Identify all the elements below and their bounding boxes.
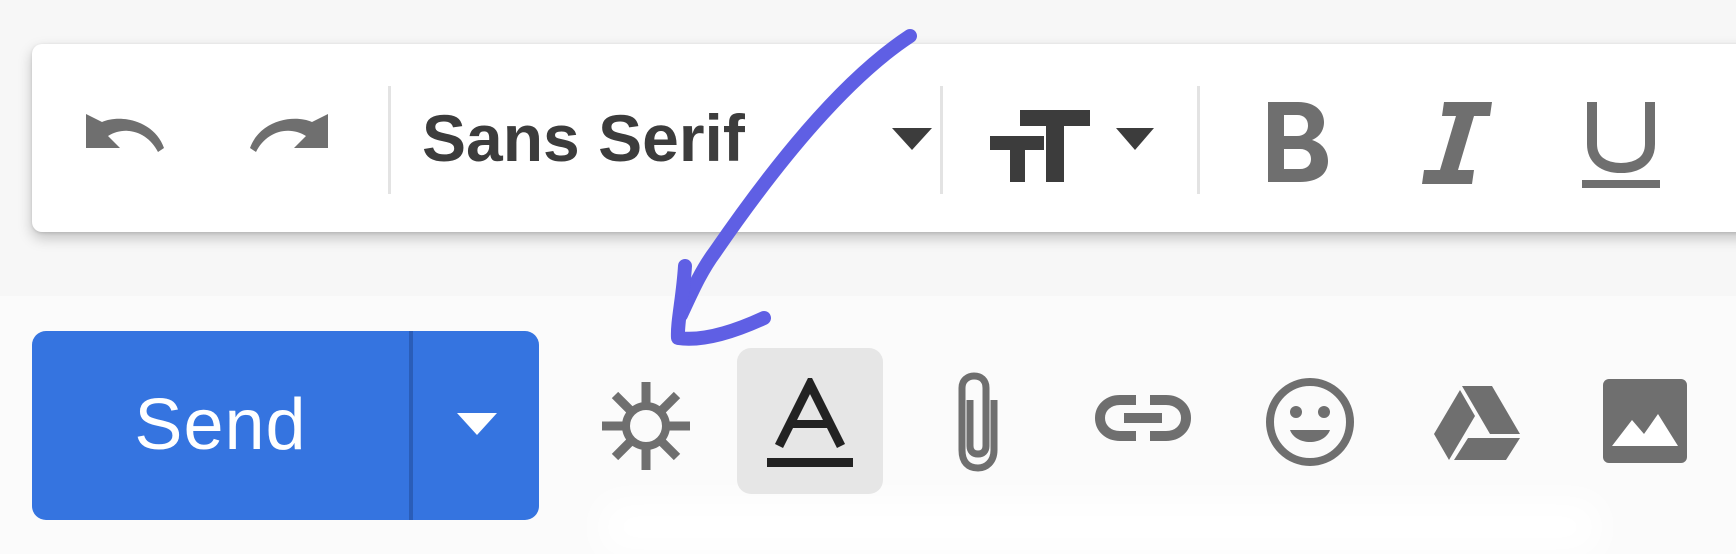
send-split-button: Send bbox=[32, 331, 539, 520]
font-family-label: Sans Serif bbox=[422, 101, 745, 175]
text-color-icon bbox=[767, 378, 853, 467]
link-icon[interactable] bbox=[1094, 390, 1192, 446]
bold-icon[interactable] bbox=[1264, 100, 1330, 184]
send-label: Send bbox=[134, 385, 307, 465]
text-color-button[interactable] bbox=[737, 348, 883, 494]
toolbar-divider bbox=[388, 86, 391, 194]
font-family-dropdown[interactable]: Sans Serif bbox=[422, 96, 942, 180]
emoji-icon[interactable] bbox=[1264, 376, 1356, 468]
toolbar-divider bbox=[1197, 86, 1200, 194]
caret-down-icon[interactable] bbox=[1114, 126, 1156, 152]
formatting-toolbar: Sans Serif bbox=[32, 44, 1736, 232]
ai-sparkle-icon[interactable] bbox=[598, 378, 694, 474]
text-size-icon[interactable] bbox=[990, 102, 1112, 182]
toolbar-divider bbox=[940, 86, 943, 194]
image-icon[interactable] bbox=[1602, 378, 1688, 464]
attach-icon[interactable] bbox=[950, 370, 1010, 474]
send-button[interactable]: Send bbox=[32, 331, 409, 520]
italic-icon[interactable] bbox=[1422, 102, 1492, 184]
caret-down-icon bbox=[457, 413, 497, 435]
drive-icon[interactable] bbox=[1434, 384, 1520, 460]
send-options-button[interactable] bbox=[413, 331, 539, 520]
undo-icon[interactable] bbox=[78, 108, 168, 178]
underline-icon[interactable] bbox=[1578, 102, 1664, 190]
background-glow bbox=[600, 500, 1600, 554]
redo-icon[interactable] bbox=[246, 108, 336, 178]
caret-down-icon bbox=[892, 128, 932, 150]
